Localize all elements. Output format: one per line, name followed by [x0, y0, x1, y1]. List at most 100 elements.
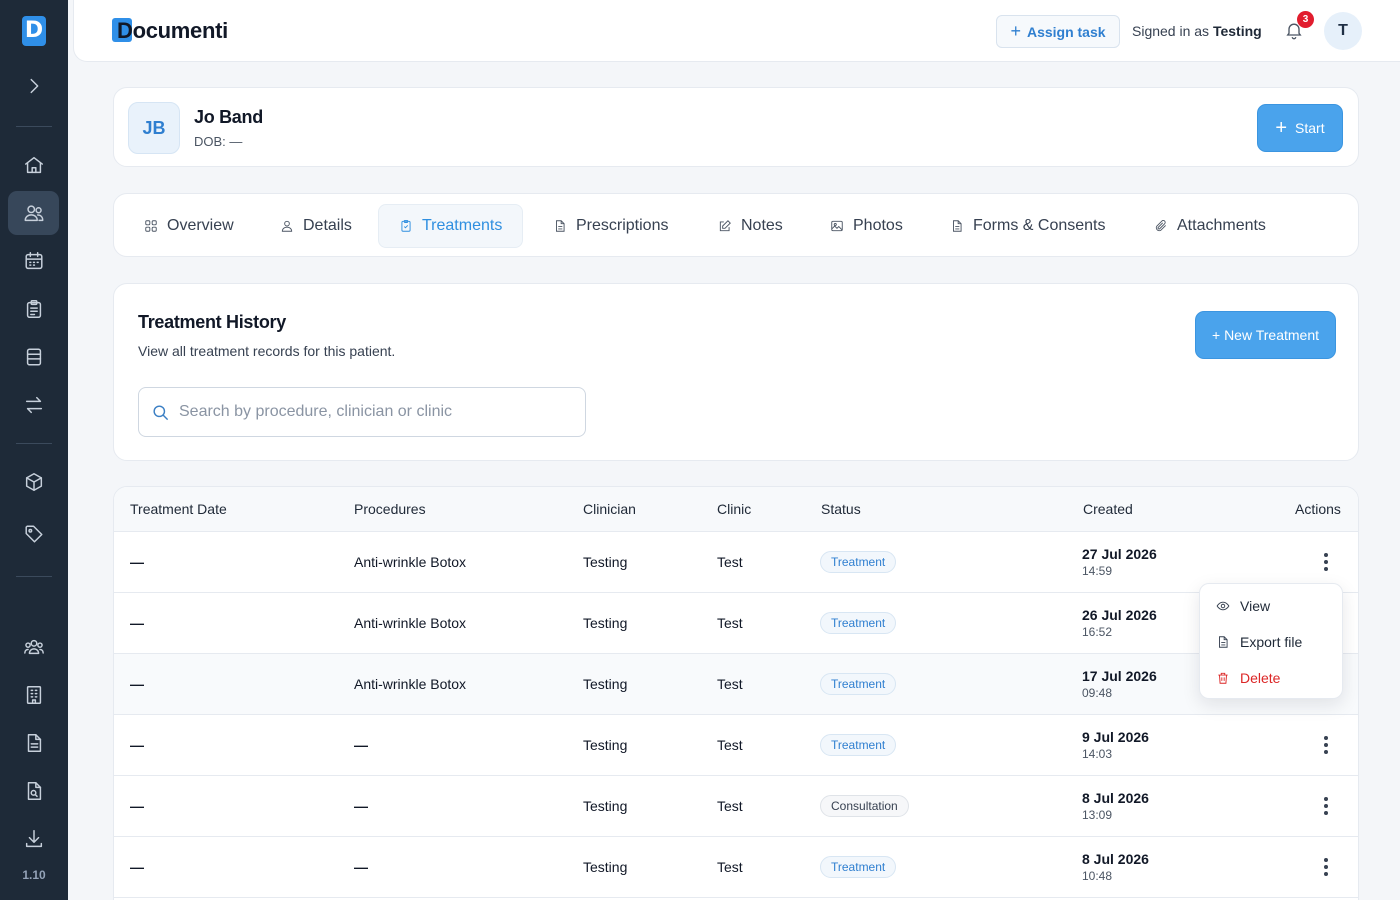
column-header: Status	[821, 501, 861, 517]
search-icon	[153, 405, 169, 421]
patient-tabs: Overview Details Treatments Prescription…	[113, 193, 1359, 257]
kebab-dot	[1324, 553, 1328, 557]
patient-header-card: JB Jo Band DOB: — + Start	[113, 87, 1359, 167]
row-actions-button[interactable]	[1314, 733, 1338, 757]
treatment-date: —	[130, 798, 144, 814]
expand-sidebar-button[interactable]	[8, 64, 59, 108]
sidebar-item-clinics[interactable]	[8, 673, 59, 717]
edit-icon	[719, 220, 731, 232]
table-row[interactable]: — — Testing Test Treatment 9 Jul 2026 14…	[114, 715, 1358, 776]
assign-task-button[interactable]: + Assign task	[996, 15, 1120, 48]
clinician: Testing	[583, 615, 628, 631]
procedures: Anti-wrinkle Botox	[354, 676, 467, 692]
section-subtitle: View all treatment records for this pati…	[138, 343, 396, 359]
tag-icon	[24, 525, 43, 543]
table-row[interactable]: — Anti-wrinkle Botox Testing Test Treatm…	[114, 593, 1358, 654]
column-header: Clinic	[717, 501, 752, 517]
sidebar-item-downloads[interactable]	[8, 817, 59, 861]
tab-notes[interactable]: Notes	[718, 204, 783, 248]
download-icon	[25, 830, 42, 848]
column-header: Actions	[1295, 501, 1341, 517]
transfer-icon	[25, 396, 42, 414]
treatment-history-card: Treatment History View all treatment rec…	[113, 283, 1359, 461]
clipboard-check-icon	[401, 219, 411, 232]
kebab-dot	[1324, 743, 1328, 747]
grid-icon	[145, 220, 157, 232]
treatment-date: —	[130, 554, 144, 570]
tab-details[interactable]: Details	[280, 204, 352, 248]
sidebar-item-team[interactable]	[8, 625, 59, 669]
created-date: 17 Jul 2026	[1082, 668, 1157, 684]
status-badge: Consultation	[820, 795, 909, 817]
tab-prescriptions[interactable]: Prescriptions	[553, 204, 668, 248]
tab-forms-consents[interactable]: Forms & Consents	[950, 204, 1105, 248]
user-icon	[281, 220, 293, 232]
sidebar-item-calendar[interactable]	[8, 239, 59, 283]
created-time: 10:48	[1082, 869, 1113, 883]
sidebar-item-transfers[interactable]	[8, 383, 59, 427]
patient-dob: DOB: —	[194, 134, 243, 149]
created-time: 14:59	[1082, 564, 1113, 578]
sidebar-item-tags[interactable]	[8, 512, 59, 556]
team-icon	[23, 639, 44, 655]
tab-label: Attachments	[1177, 217, 1266, 234]
image-icon	[831, 220, 843, 232]
treatment-date: —	[130, 859, 144, 875]
column-header: Treatment Date	[130, 501, 227, 517]
sidebar-item-documents[interactable]	[8, 721, 59, 765]
menu-item-view[interactable]: View	[1216, 596, 1270, 616]
user-avatar[interactable]: T	[1324, 12, 1362, 50]
created-time: 09:48	[1082, 686, 1113, 700]
brand-logo[interactable]: Documenti	[112, 18, 228, 44]
column-header: Procedures	[354, 501, 426, 517]
row-actions-button[interactable]	[1314, 855, 1338, 879]
clinic: Test	[717, 798, 743, 814]
tab-label: Details	[303, 217, 352, 234]
file-search-icon	[27, 782, 41, 800]
tab-overview[interactable]: Overview	[144, 204, 234, 248]
created-time: 16:52	[1082, 625, 1113, 639]
table-row[interactable]: — Anti-wrinkle Botox Testing Test Treatm…	[114, 654, 1358, 715]
menu-item-delete[interactable]: Delete	[1216, 668, 1280, 688]
patient-name: Jo Band	[194, 107, 263, 127]
search-input[interactable]	[179, 388, 579, 436]
sidebar-item-home[interactable]	[8, 143, 59, 187]
kebab-dot	[1324, 736, 1328, 740]
status-badge: Treatment	[820, 612, 897, 634]
sidebar-item-audit[interactable]	[8, 769, 59, 813]
start-label: Start	[1295, 120, 1325, 136]
procedures: Anti-wrinkle Botox	[354, 615, 467, 631]
tab-attachments[interactable]: Attachments	[1154, 204, 1266, 248]
column-header: Clinician	[583, 501, 636, 517]
sidebar-item-records[interactable]	[8, 287, 59, 331]
sidebar-divider	[16, 443, 52, 444]
created-date: 8 Jul 2026	[1082, 851, 1149, 867]
row-actions-button[interactable]	[1314, 794, 1338, 818]
new-treatment-button[interactable]: + New Treatment	[1195, 311, 1336, 359]
kebab-dot	[1324, 567, 1328, 571]
treatments-table: Treatment Date Procedures Clinician Clin…	[113, 486, 1359, 900]
menu-item-label: Delete	[1240, 670, 1281, 686]
table-row[interactable]: — — Testing Test Consultation 8 Jul 2026…	[114, 776, 1358, 837]
table-row[interactable]: — Anti-wrinkle Botox Testing Test Treatm…	[114, 532, 1358, 593]
created-date: 8 Jul 2026	[1082, 790, 1149, 806]
tab-photos[interactable]: Photos	[830, 204, 903, 248]
row-actions-button[interactable]	[1314, 550, 1338, 574]
sidebar-item-layout[interactable]	[8, 335, 59, 379]
start-button[interactable]: + Start	[1257, 104, 1343, 152]
tab-label: Treatments	[422, 217, 503, 234]
app-logo[interactable]: D	[22, 16, 46, 46]
menu-item-export[interactable]: Export file	[1216, 632, 1302, 652]
app-version: 1.10	[22, 868, 46, 882]
procedures: —	[354, 737, 368, 753]
table-row[interactable]: — — Testing Test Treatment 8 Jul 2026 10…	[114, 837, 1358, 898]
tab-treatments[interactable]: Treatments	[378, 204, 524, 248]
file-icon	[953, 220, 962, 232]
sidebar-item-patients[interactable]	[8, 191, 59, 235]
signed-in-prefix: Signed in as	[1132, 23, 1210, 39]
clinician: Testing	[583, 859, 628, 875]
status-badge: Treatment	[820, 551, 897, 573]
tab-label: Notes	[741, 217, 783, 234]
sidebar-item-inventory[interactable]	[8, 460, 59, 504]
row-actions-menu: View Export file Delete	[1199, 583, 1343, 699]
